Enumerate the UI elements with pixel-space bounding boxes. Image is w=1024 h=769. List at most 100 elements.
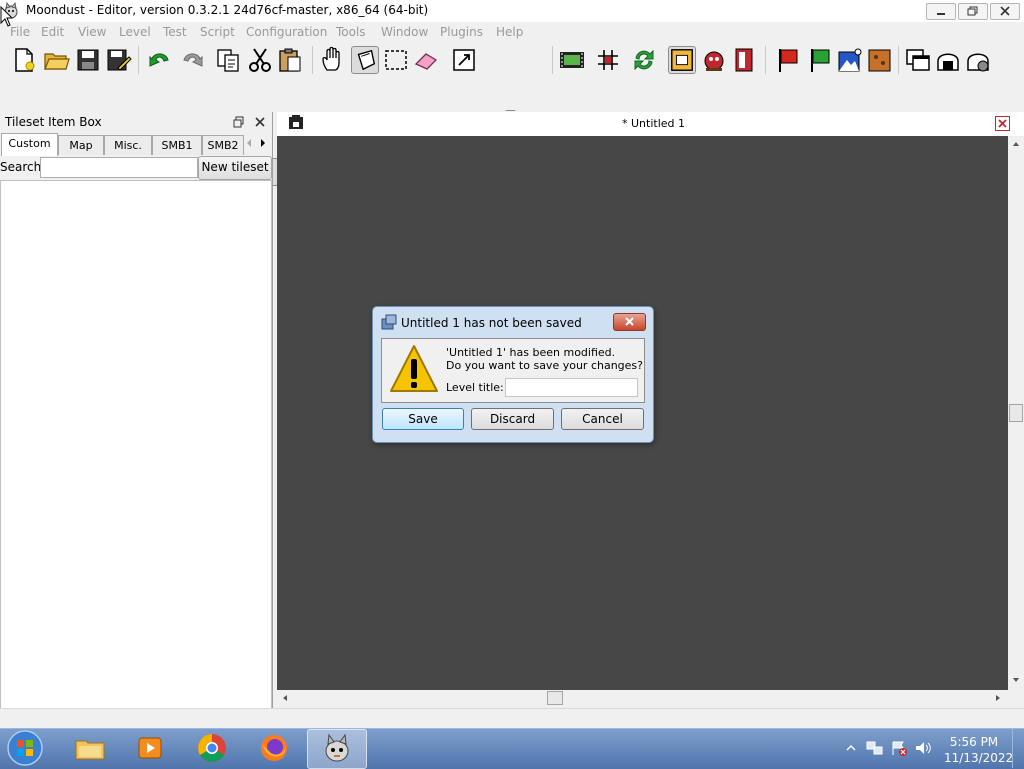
title-bar: Moondust - Editor, version 0.3.2.1 24d76… bbox=[0, 0, 1024, 23]
lock-box-icon bbox=[671, 49, 693, 71]
menu-script[interactable]: Script bbox=[200, 25, 235, 39]
discard-button[interactable]: Discard bbox=[471, 408, 554, 430]
taskbar-explorer[interactable] bbox=[60, 729, 118, 767]
player2-start-icon[interactable] bbox=[806, 46, 834, 74]
filmstrip-icon[interactable] bbox=[558, 46, 586, 74]
menu-plugins[interactable]: Plugins bbox=[440, 25, 483, 39]
toolbar-separator bbox=[552, 46, 553, 74]
taskbar-media-player[interactable] bbox=[121, 729, 179, 767]
copy-icon[interactable] bbox=[214, 46, 242, 74]
search-label: Search: bbox=[0, 160, 46, 174]
eraser-icon[interactable] bbox=[412, 46, 440, 74]
chrome-icon bbox=[198, 734, 226, 762]
select-tool-button[interactable] bbox=[351, 46, 379, 74]
taskbar-chrome[interactable] bbox=[183, 729, 241, 767]
clock-date: 11/13/2022 bbox=[944, 751, 1014, 765]
window-tile-icon[interactable] bbox=[904, 46, 932, 74]
locked-items-button[interactable] bbox=[668, 46, 696, 74]
editor-tab-header: * Untitled 1 bbox=[277, 112, 1024, 137]
dock-close-icon[interactable] bbox=[254, 116, 266, 128]
door-icon[interactable] bbox=[730, 46, 758, 74]
tileset-search-input[interactable] bbox=[40, 157, 198, 178]
npc-icon[interactable] bbox=[700, 46, 728, 74]
network-icon[interactable] bbox=[866, 740, 884, 756]
taskbar-moondust[interactable] bbox=[307, 729, 367, 769]
clock-time: 5:56 PM bbox=[949, 735, 999, 749]
menu-level[interactable]: Level bbox=[119, 25, 151, 39]
firefox-icon bbox=[261, 735, 287, 761]
tab-scroll-right-icon[interactable] bbox=[257, 136, 269, 150]
menu-edit[interactable]: Edit bbox=[41, 25, 64, 39]
scroll-right-icon[interactable] bbox=[994, 694, 1002, 702]
paste-icon[interactable] bbox=[276, 46, 304, 74]
hand-scroll-icon[interactable] bbox=[318, 46, 346, 74]
dialog-close-button[interactable] bbox=[613, 313, 646, 331]
save-as-icon[interactable] bbox=[104, 46, 132, 74]
close-icon bbox=[1000, 6, 1010, 16]
toolbar-separator bbox=[765, 46, 766, 74]
restore-button[interactable] bbox=[958, 3, 988, 20]
menu-test[interactable]: Test bbox=[163, 25, 187, 39]
taskbar-firefox[interactable] bbox=[245, 729, 303, 767]
save-button[interactable]: Save bbox=[382, 408, 464, 430]
horizontal-scroll-thumb[interactable] bbox=[547, 691, 563, 705]
save-icon[interactable] bbox=[74, 46, 102, 74]
restore-icon bbox=[967, 6, 978, 16]
level-props-icon[interactable] bbox=[866, 46, 894, 74]
show-hidden-icons-icon[interactable] bbox=[846, 744, 856, 752]
document-save-state-icon bbox=[289, 115, 303, 129]
tab-scroll-left-icon[interactable] bbox=[243, 136, 255, 150]
action-center-icon[interactable] bbox=[890, 740, 908, 756]
player1-start-icon[interactable] bbox=[774, 46, 802, 74]
dialog-title: Untitled 1 has not been saved bbox=[401, 316, 582, 330]
menu-configuration[interactable]: Configuration bbox=[246, 25, 327, 39]
main-toolbar: 1 2 bbox=[0, 42, 1024, 111]
toolbar-separator bbox=[138, 46, 139, 74]
tileset-list-panel[interactable] bbox=[0, 180, 272, 709]
tab-map[interactable]: Map bbox=[58, 135, 104, 155]
tab-smb2[interactable]: SMB2 bbox=[202, 135, 244, 155]
start-button-icon[interactable] bbox=[5, 729, 45, 767]
dock-float-icon[interactable] bbox=[233, 116, 245, 128]
vertical-scroll-thumb[interactable] bbox=[1009, 404, 1023, 422]
grid-snap-icon[interactable] bbox=[594, 46, 622, 74]
minimize-button[interactable] bbox=[926, 3, 956, 20]
open-folder-icon[interactable] bbox=[42, 46, 70, 74]
horizontal-scrollbar[interactable] bbox=[277, 690, 1008, 706]
new-file-icon[interactable] bbox=[10, 46, 38, 74]
moondust-app-icon bbox=[325, 733, 349, 762]
menu-help[interactable]: Help bbox=[496, 25, 523, 39]
new-tileset-button[interactable]: New tileset bbox=[198, 156, 272, 180]
document-tab-title[interactable]: * Untitled 1 bbox=[622, 117, 685, 130]
menu-tools[interactable]: Tools bbox=[336, 25, 366, 39]
menu-view[interactable]: View bbox=[78, 25, 106, 39]
scroll-down-icon[interactable] bbox=[1012, 676, 1020, 684]
resize-section-icon[interactable] bbox=[450, 46, 478, 74]
redo-icon[interactable] bbox=[178, 46, 206, 74]
world-map-icon[interactable] bbox=[964, 46, 992, 74]
dialog-message-line1: 'Untitled 1' has been modified. bbox=[446, 346, 616, 359]
tab-misc[interactable]: Misc. bbox=[104, 135, 152, 155]
mouse-cursor-icon bbox=[0, 6, 14, 27]
dock-title: Tileset Item Box bbox=[5, 115, 102, 129]
show-desktop-button[interactable] bbox=[1012, 729, 1024, 768]
cut-icon[interactable] bbox=[246, 46, 274, 74]
system-clock[interactable]: 5:56 PM 11/13/2022 bbox=[944, 734, 1014, 766]
menu-window[interactable]: Window bbox=[381, 25, 428, 39]
close-document-button[interactable] bbox=[995, 116, 1010, 131]
vertical-scrollbar[interactable] bbox=[1008, 136, 1024, 690]
tab-custom[interactable]: Custom bbox=[1, 133, 58, 156]
close-window-button[interactable] bbox=[990, 3, 1020, 20]
level-title-input[interactable] bbox=[505, 378, 638, 397]
undo-icon[interactable] bbox=[146, 46, 174, 74]
scroll-up-icon[interactable] bbox=[1012, 140, 1020, 148]
tileset-editor-icon[interactable] bbox=[934, 46, 962, 74]
refresh-icon[interactable] bbox=[630, 46, 658, 74]
tab-smb1[interactable]: SMB1 bbox=[152, 135, 202, 155]
volume-icon[interactable] bbox=[914, 740, 932, 756]
cancel-button[interactable]: Cancel bbox=[561, 408, 644, 430]
scroll-left-icon[interactable] bbox=[281, 694, 289, 702]
rect-select-icon[interactable] bbox=[382, 46, 410, 74]
minimize-icon bbox=[937, 13, 945, 15]
section-settings-icon[interactable] bbox=[836, 46, 864, 74]
